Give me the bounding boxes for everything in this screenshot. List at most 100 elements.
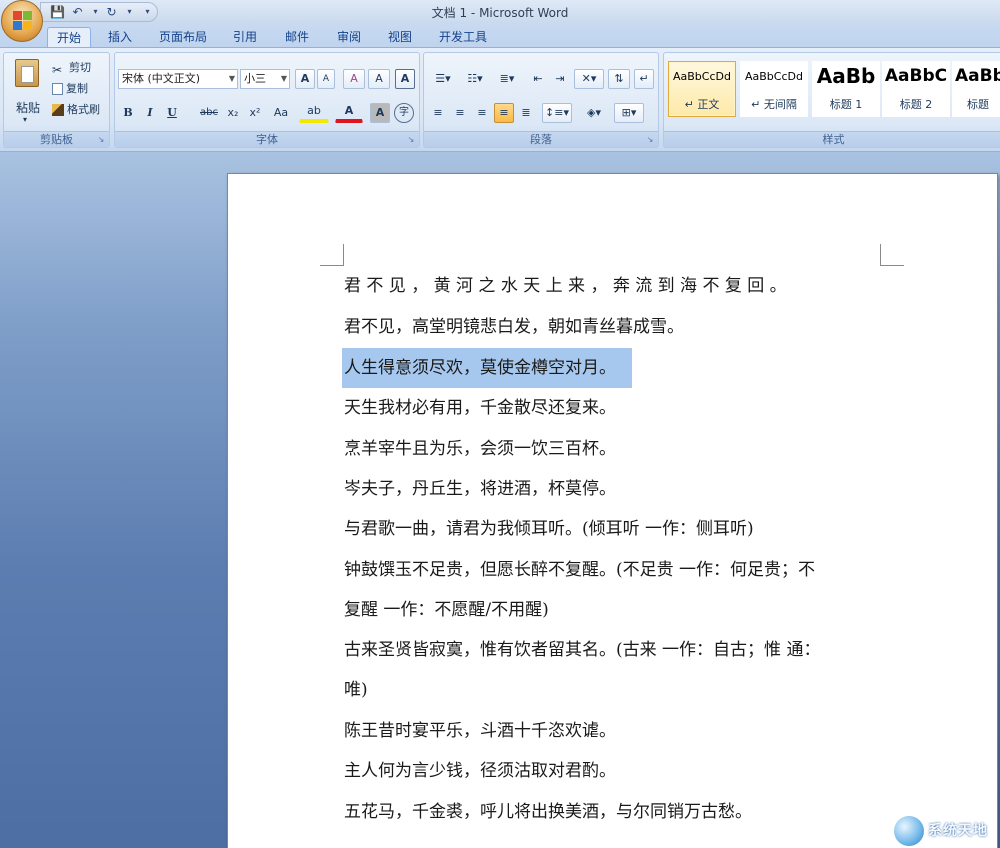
tab-page-layout[interactable]: 页面布局 — [150, 27, 216, 48]
tab-insert[interactable]: 插入 — [98, 27, 142, 48]
tab-references[interactable]: 引用 — [222, 27, 268, 48]
font-group: 宋体 (中文正文) ▼ 小三 ▼ A A A A A B I U abc x₂ x²… — [114, 52, 420, 148]
shading-button[interactable]: ◈▾ — [578, 103, 610, 123]
bold-button[interactable]: B — [119, 103, 137, 123]
style-heading-2-name: 标题 2 — [899, 98, 933, 111]
change-case-button[interactable]: Aa — [268, 103, 294, 123]
strikethrough-button[interactable]: abc — [197, 103, 221, 123]
subscript-button[interactable]: x₂ — [223, 103, 243, 123]
clipboard-launcher-icon[interactable]: ↘ — [96, 135, 106, 145]
format-painter-button[interactable]: 格式刷 — [52, 101, 100, 119]
align-left-icon: ≡ — [433, 106, 443, 119]
paragraph-mark-icon: ↵ — [639, 72, 649, 85]
copy-label: 复制 — [66, 82, 88, 95]
office-button[interactable] — [1, 0, 43, 42]
copy-button[interactable]: 复制 — [52, 80, 88, 98]
clear-formatting-button[interactable]: A — [343, 69, 365, 89]
document-area: 君 不 见 ， 黄 河 之 水 天 上 来 ， 奔 流 到 海 不 复 回 。 … — [0, 152, 1000, 848]
character-shading-button[interactable]: A — [370, 103, 390, 123]
style-no-spacing[interactable]: AaBbCcDd ↵ 无间隔 — [740, 61, 808, 117]
enclose-characters-button[interactable]: 字 — [394, 103, 414, 123]
justify-button[interactable]: ≡ — [494, 103, 514, 123]
tab-review[interactable]: 审阅 — [326, 27, 372, 48]
shrink-font-button[interactable]: A — [317, 69, 335, 89]
align-center-icon: ≡ — [455, 106, 465, 119]
text-line-selected[interactable]: 人生得意须尽欢，莫使金樽空对月。 — [342, 348, 632, 388]
text-line[interactable]: 主人何为言少钱，径须沽取对君酌。 — [344, 759, 616, 783]
tab-home[interactable]: 开始 — [47, 27, 91, 48]
paste-label: 粘贴 — [15, 101, 40, 115]
text-line[interactable]: 君不见，高堂明镜悲白发，朝如青丝暮成雪。 — [344, 315, 684, 339]
cut-button[interactable]: ✂ 剪切 — [52, 59, 91, 77]
decrease-indent-button[interactable]: ⇤ — [528, 69, 548, 89]
font-name-combo[interactable]: 宋体 (中文正文) ▼ — [118, 69, 238, 89]
font-launcher-icon[interactable]: ↘ — [406, 135, 416, 145]
globe-logo-icon — [894, 816, 924, 846]
tab-mailings[interactable]: 邮件 — [274, 27, 320, 48]
text-line[interactable]: 钟鼓馔玉不足贵，但愿长醉不复醒。(不足贵 一作：何足贵；不 — [344, 558, 815, 582]
text-line[interactable]: 岑夫子，丹丘生，将进酒，杯莫停。 — [344, 477, 616, 501]
tab-view[interactable]: 视图 — [377, 27, 423, 48]
watermark: 系统天地 — [894, 814, 998, 846]
text-line[interactable]: 古来圣贤皆寂寞，惟有饮者留其名。(古来 一作：自古；惟 通： — [344, 638, 820, 662]
style-title-sample: AaBb — [955, 66, 1000, 86]
paste-button[interactable]: 粘贴 ▾ — [8, 57, 48, 124]
clipboard-group-label: 剪贴板 — [4, 131, 109, 147]
text-line[interactable]: 陈王昔时宴平乐，斗酒十千恣欢谑。 — [344, 719, 616, 743]
style-heading-2[interactable]: AaBbC 标题 2 — [882, 61, 950, 117]
text-line[interactable]: 烹羊宰牛且为乐，会须一饮三百杯。 — [344, 437, 616, 461]
underline-button[interactable]: U — [163, 103, 181, 123]
text-line[interactable]: 唯) — [344, 678, 368, 702]
distributed-icon: ≣ — [521, 106, 531, 119]
tab-developer[interactable]: 开发工具 — [430, 27, 496, 48]
numbering-button[interactable]: ☷▾ — [460, 69, 490, 89]
sort-icon: ⇅ — [614, 72, 624, 85]
margin-corner-top-right — [880, 244, 904, 266]
asian-layout-button[interactable]: ✕▾ — [574, 69, 604, 89]
text-line[interactable]: 天生我材必有用，千金散尽还复来。 — [344, 396, 616, 420]
style-no-spacing-name: ↵ 无间隔 — [751, 98, 797, 111]
phonetic-guide-button[interactable]: A — [368, 69, 390, 89]
italic-button[interactable]: I — [141, 103, 159, 123]
style-heading-1-name: 标题 1 — [829, 98, 863, 111]
align-right-button[interactable]: ≡ — [472, 103, 492, 123]
multilevel-list-icon: ≣▾ — [499, 72, 515, 85]
bullets-button[interactable]: ☰▾ — [428, 69, 458, 89]
decrease-indent-icon: ⇤ — [533, 72, 543, 85]
text-line[interactable]: 复醒 一作：不愿醒/不用醒) — [344, 598, 549, 622]
line-spacing-button[interactable]: ↕≡▾ — [542, 103, 572, 123]
align-left-button[interactable]: ≡ — [428, 103, 448, 123]
style-normal[interactable]: AaBbCcDd ↵ 正文 — [668, 61, 736, 117]
ribbon-tabs: 开始 插入 页面布局 引用 邮件 审阅 视图 开发工具 — [0, 24, 1000, 48]
font-size-combo[interactable]: 小三 ▼ — [240, 69, 290, 89]
paragraph-launcher-icon[interactable]: ↘ — [645, 135, 655, 145]
superscript-button[interactable]: x² — [245, 103, 265, 123]
font-group-label: 字体 — [115, 131, 419, 147]
text-line[interactable]: 君 不 见 ， 黄 河 之 水 天 上 来 ， 奔 流 到 海 不 复 回 。 — [344, 274, 787, 298]
align-center-button[interactable]: ≡ — [450, 103, 470, 123]
show-marks-button[interactable]: ↵ — [634, 69, 654, 89]
highlight-button[interactable]: ab — [299, 103, 329, 123]
style-heading-2-sample: AaBbC — [884, 66, 948, 86]
scissors-icon: ✂ — [52, 63, 63, 77]
borders-button[interactable]: ⊞▾ — [614, 103, 644, 123]
text-line[interactable]: 与君歌一曲，请君为我倾耳听。(倾耳听 一作：侧耳听) — [344, 517, 754, 541]
distributed-button[interactable]: ≣ — [516, 103, 536, 123]
multilevel-list-button[interactable]: ≣▾ — [492, 69, 522, 89]
font-color-button[interactable]: A — [335, 103, 363, 123]
style-heading-1[interactable]: AaBb 标题 1 — [812, 61, 880, 117]
grow-font-button[interactable]: A — [295, 69, 315, 89]
style-no-spacing-sample: AaBbCcDd — [745, 70, 803, 83]
document-page[interactable]: 君 不 见 ， 黄 河 之 水 天 上 来 ， 奔 流 到 海 不 复 回 。 … — [227, 173, 998, 848]
increase-indent-button[interactable]: ⇥ — [550, 69, 570, 89]
borders-icon: ⊞▾ — [621, 106, 637, 119]
paragraph-group: ☰▾ ☷▾ ≣▾ ⇤ ⇥ ✕▾ ⇅ ↵ ≡ ≡ ≡ ≡ ≣ ↕≡▾ ◈▾ ⊞▾ … — [423, 52, 659, 148]
style-title[interactable]: AaBb 标题 — [952, 61, 1000, 117]
character-border-button[interactable]: A — [395, 69, 415, 89]
margin-corner-top-left — [320, 244, 344, 266]
watermark-text: 系统天地 — [928, 823, 988, 839]
sort-button[interactable]: ⇅ — [608, 69, 630, 89]
text-line[interactable]: 五花马，千金裘，呼儿将出换美酒，与尔同销万古愁。 — [344, 800, 752, 824]
styles-group: AaBbCcDd ↵ 正文 AaBbCcDd ↵ 无间隔 AaBb 标题 1 A… — [663, 52, 1000, 148]
style-normal-name: ↵ 正文 — [684, 98, 720, 111]
